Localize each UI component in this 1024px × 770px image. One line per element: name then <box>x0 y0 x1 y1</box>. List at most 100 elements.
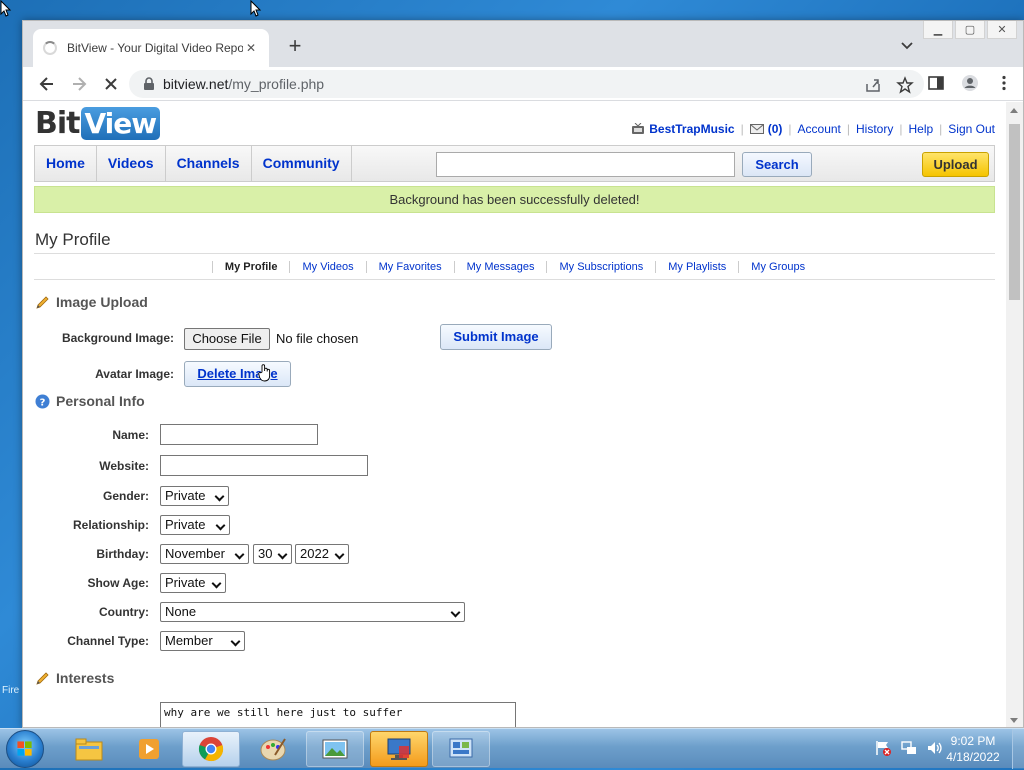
channel-type-select[interactable]: Member <box>160 631 245 651</box>
section-title: Interests <box>56 670 115 686</box>
browser-toolbar: bitview.net/my_profile.php <box>23 67 1023 101</box>
stop-loading-icon[interactable] <box>101 74 121 94</box>
subnav-my-profile[interactable]: My Profile <box>211 260 290 273</box>
folder-icon <box>75 738 103 761</box>
subnav-my-playlists[interactable]: My Playlists <box>655 260 738 273</box>
start-button[interactable] <box>6 730 44 768</box>
subnav-my-groups[interactable]: My Groups <box>738 260 817 273</box>
username-link[interactable]: BestTrapMusic <box>649 122 734 136</box>
page-title: My Profile <box>35 230 111 249</box>
side-panel-icon[interactable] <box>927 74 945 92</box>
nav-community[interactable]: Community <box>252 146 352 181</box>
birthday-label: Birthday: <box>96 547 149 561</box>
new-tab-button[interactable]: + <box>283 35 307 59</box>
tab-search-chevron-icon[interactable] <box>899 37 915 53</box>
logo-bit-text: Bit <box>35 105 80 141</box>
taskbar-control-panel[interactable] <box>432 731 490 767</box>
hand-pointer-icon <box>258 364 271 382</box>
choose-file-button[interactable]: Choose File <box>184 328 270 350</box>
monitor-icon <box>387 738 411 760</box>
bitview-logo[interactable]: Bit View <box>35 105 161 141</box>
media-player-icon <box>139 739 159 759</box>
scroll-down-arrow-icon[interactable] <box>1010 718 1018 723</box>
profile-subnav: My Profile My Videos My Favorites My Mes… <box>34 253 995 280</box>
bookmark-star-icon[interactable] <box>896 76 914 94</box>
control-panel-icon <box>449 738 473 758</box>
taskbar-photo-viewer[interactable] <box>306 731 364 767</box>
page-scrollbar[interactable] <box>1006 102 1023 727</box>
birthday-day-select[interactable]: 30 <box>253 544 292 564</box>
account-link[interactable]: Account <box>798 122 841 136</box>
success-alert: Background has been successfully deleted… <box>34 186 995 213</box>
minimize-button[interactable]: ▁ <box>923 21 953 39</box>
tab-strip: BitView - Your Digital Video Repository … <box>23 21 1023 67</box>
separator: | <box>899 122 903 136</box>
relationship-select[interactable]: Private <box>160 515 230 535</box>
separator: | <box>939 122 943 136</box>
taskbar-explorer[interactable] <box>60 731 118 767</box>
nav-videos[interactable]: Videos <box>97 146 166 181</box>
desktop-icon-label[interactable]: Fire <box>2 684 24 698</box>
address-bar[interactable]: bitview.net/my_profile.php <box>129 70 924 98</box>
back-arrow-icon[interactable] <box>37 74 57 94</box>
pencil-icon <box>36 295 49 309</box>
browser-tab[interactable]: BitView - Your Digital Video Repository … <box>33 29 269 67</box>
gender-label: Gender: <box>102 489 149 503</box>
nav-channels[interactable]: Channels <box>166 146 252 181</box>
mail-icon[interactable] <box>749 124 764 134</box>
close-window-button[interactable]: ✕ <box>987 21 1017 39</box>
maximize-button[interactable]: ▢ <box>955 21 985 39</box>
delete-image-button[interactable]: Delete Image <box>184 361 291 387</box>
browser-menu-icon[interactable] <box>995 74 1013 92</box>
taskbar: 9:02 PM 4/18/2022 <box>0 728 1024 769</box>
gender-select[interactable]: Private <box>160 486 229 506</box>
logo-view-text: View <box>80 106 161 140</box>
system-clock[interactable]: 9:02 PM 4/18/2022 <box>938 733 1008 765</box>
birthday-month-select[interactable]: November <box>160 544 249 564</box>
name-label: Name: <box>112 428 149 442</box>
profile-avatar-icon[interactable] <box>961 74 979 92</box>
scrollbar-thumb[interactable] <box>1009 124 1020 300</box>
system-tray <box>874 739 944 757</box>
scroll-up-arrow-icon[interactable] <box>1010 108 1018 113</box>
network-icon[interactable] <box>900 739 918 757</box>
subnav-my-videos[interactable]: My Videos <box>289 260 365 273</box>
interests-textarea[interactable]: why are we still here just to suffer <box>160 702 516 727</box>
birthday-year-select[interactable]: 2022 <box>295 544 349 564</box>
subnav-my-favorites[interactable]: My Favorites <box>365 260 454 273</box>
lock-icon[interactable] <box>143 77 155 91</box>
name-input[interactable] <box>160 424 318 445</box>
main-nav: Home Videos Channels Community Search Up… <box>34 145 995 182</box>
upload-button[interactable]: Upload <box>922 152 989 177</box>
taskbar-chrome[interactable] <box>182 731 240 767</box>
help-link[interactable]: Help <box>908 122 933 136</box>
paint-palette-icon <box>260 738 286 761</box>
mouse-pointer-icon <box>0 0 12 17</box>
history-link[interactable]: History <box>856 122 893 136</box>
share-icon[interactable] <box>864 76 882 94</box>
tab-close-icon[interactable]: ✕ <box>243 41 259 55</box>
messages-count[interactable]: (0) <box>768 122 783 136</box>
site-search-input[interactable] <box>436 152 735 177</box>
taskbar-remote-desktop[interactable] <box>370 731 428 767</box>
subnav-my-messages[interactable]: My Messages <box>453 260 547 273</box>
forward-arrow-icon[interactable] <box>69 74 89 94</box>
country-select[interactable]: None <box>160 602 465 622</box>
submit-image-button[interactable]: Submit Image <box>440 324 552 350</box>
nav-home[interactable]: Home <box>35 146 97 181</box>
signout-link[interactable]: Sign Out <box>948 122 995 136</box>
chrome-icon <box>198 737 224 762</box>
url-text[interactable]: bitview.net/my_profile.php <box>163 76 324 92</box>
taskbar-media-player[interactable] <box>120 731 178 767</box>
window-controls: ▁ ▢ ✕ <box>923 21 1017 39</box>
show-age-select[interactable]: Private <box>160 573 226 593</box>
action-center-flag-icon[interactable] <box>874 739 892 757</box>
no-file-chosen-text: No file chosen <box>276 331 359 346</box>
site-search-button[interactable]: Search <box>742 152 812 177</box>
website-input[interactable] <box>160 455 368 476</box>
personal-info-heading: ? Personal Info <box>35 393 145 409</box>
taskbar-paint[interactable] <box>244 731 302 767</box>
show-desktop-button[interactable] <box>1012 729 1024 769</box>
subnav-my-subscriptions[interactable]: My Subscriptions <box>546 260 655 273</box>
section-title: Personal Info <box>56 393 145 409</box>
